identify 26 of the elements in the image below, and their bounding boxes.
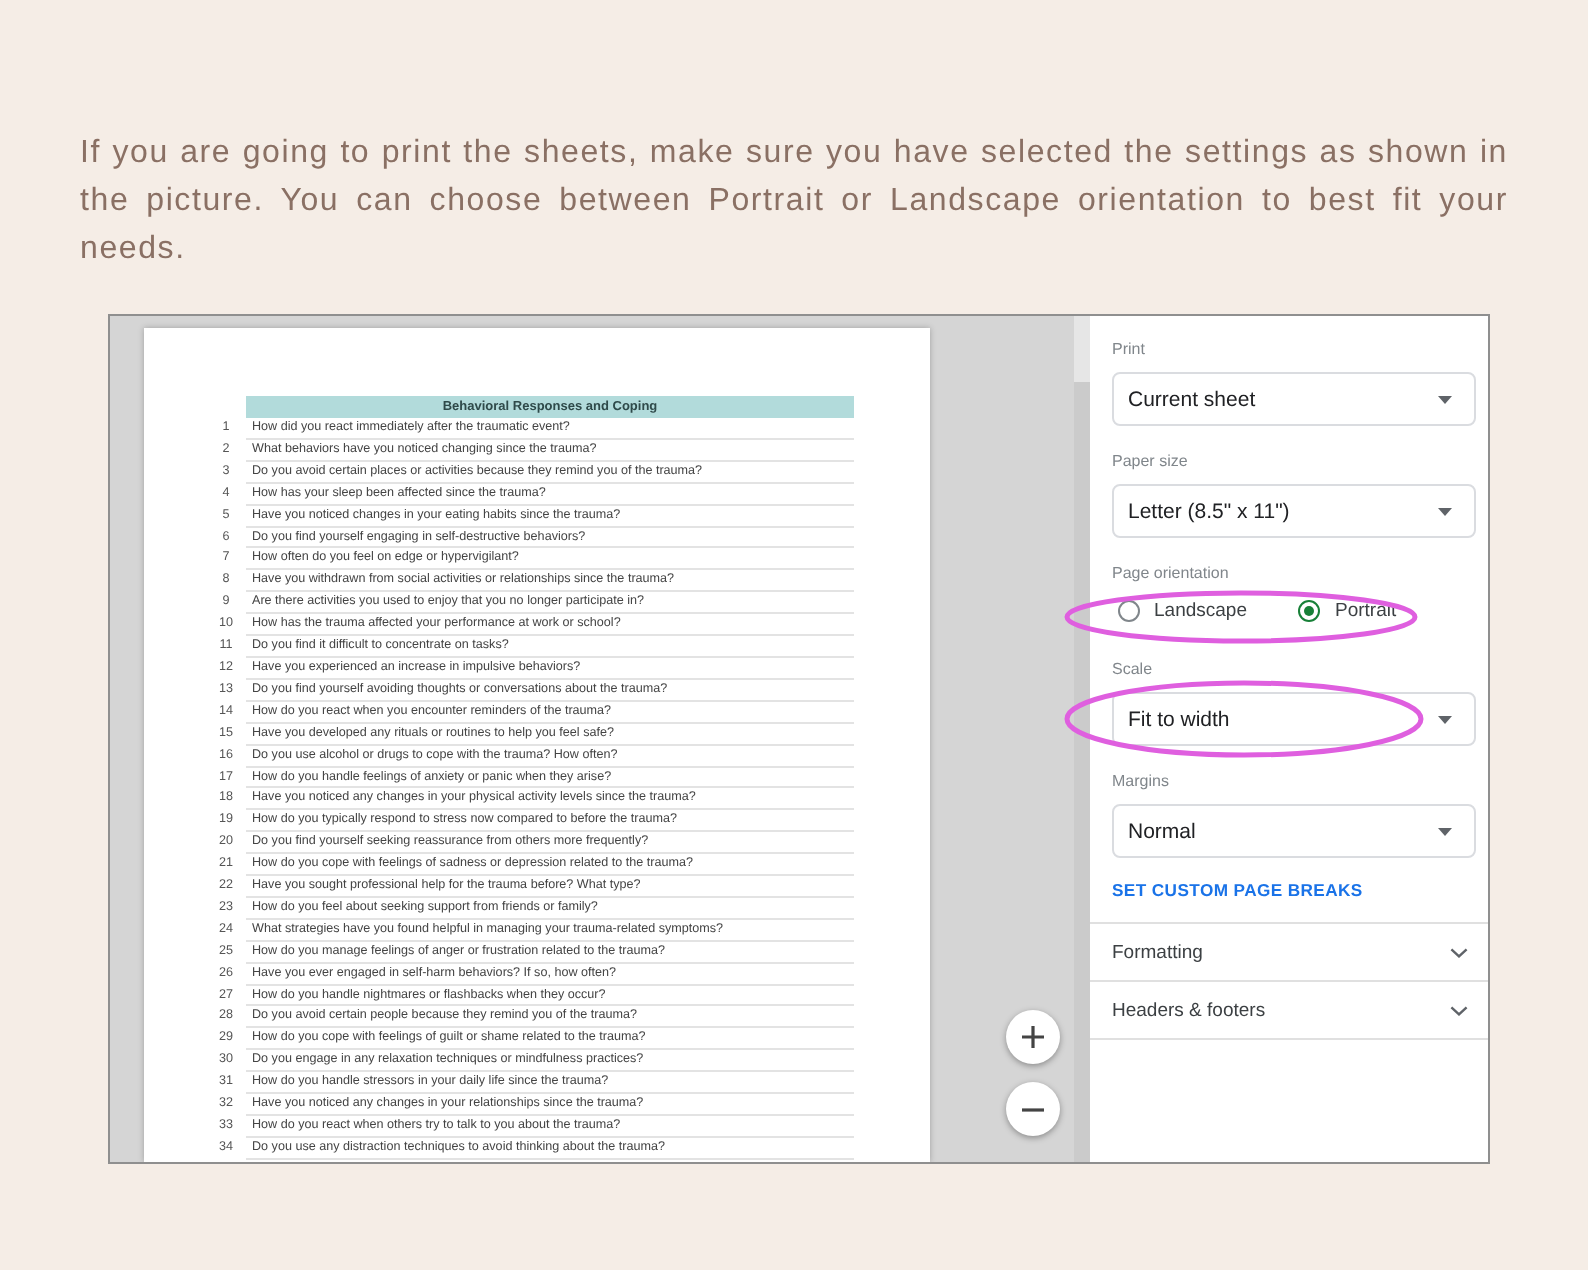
zoom-in-button[interactable] [1006, 1010, 1060, 1064]
minus-icon [1022, 1107, 1044, 1111]
custom-page-breaks-link[interactable]: SET CUSTOM PAGE BREAKS [1112, 878, 1476, 902]
zoom-out-button[interactable] [1006, 1082, 1060, 1136]
intro-paragraph: If you are going to print the sheets, make sure you have selected the settings as shown in the picture. You can choose between Portrait or Landscape orientation to best fit your needs. [80, 134, 1508, 270]
field-label: Paper size [1112, 450, 1190, 474]
caret-icon [1438, 507, 1452, 515]
section-header[interactable]: Headers & footers [1090, 980, 1488, 1040]
dropdown[interactable]: Fit to width [1112, 692, 1476, 746]
field-label: Scale [1112, 658, 1155, 682]
chevron-down-icon [1450, 947, 1468, 957]
radio-label[interactable]: Landscape [1154, 599, 1247, 621]
plus-icon [1022, 1026, 1044, 1048]
chevron-down-icon [1450, 1005, 1468, 1015]
field-label: Print [1112, 338, 1147, 362]
dropdown[interactable]: Normal [1112, 804, 1476, 858]
caret-icon [1438, 715, 1452, 723]
radio-unselected-icon[interactable] [1118, 599, 1140, 621]
caret-icon [1438, 395, 1452, 403]
scrollbar-thumb[interactable] [1074, 316, 1090, 382]
caret-icon [1438, 827, 1452, 835]
dropdown[interactable]: Letter (8.5" x 11") [1112, 484, 1476, 538]
dropdown[interactable]: Current sheet [1112, 372, 1476, 426]
field-label: Margins [1112, 770, 1171, 794]
field-label: Page orientation [1112, 562, 1231, 586]
radio-selected-icon[interactable] [1298, 599, 1321, 621]
